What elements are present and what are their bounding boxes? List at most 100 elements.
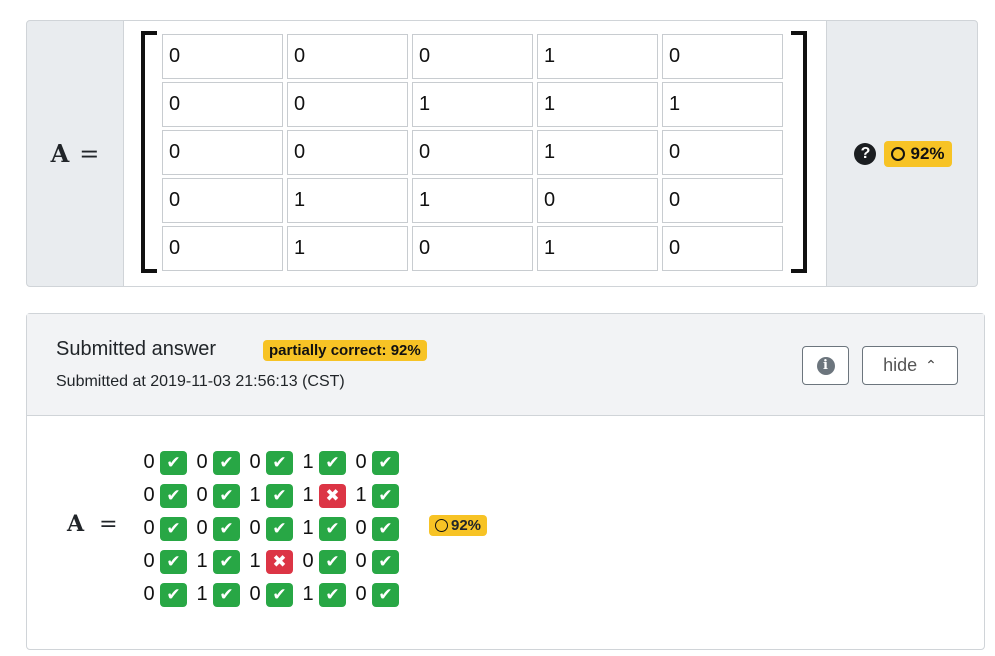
- answer-value: 0: [143, 583, 155, 605]
- check-icon: ✔: [160, 582, 187, 607]
- matrix-cell-input[interactable]: 1: [537, 82, 658, 127]
- answer-value: 0: [143, 550, 155, 572]
- matrix-cell-input[interactable]: 1: [662, 82, 783, 127]
- answer-variable: A: [67, 511, 85, 537]
- submission-header: Submitted answer partially correct: 92% …: [27, 314, 984, 416]
- matrix-score-area: ? 92%: [827, 21, 979, 286]
- matrix-cell-input[interactable]: 0: [412, 226, 533, 271]
- answer-entry: 1 ✖: [245, 549, 298, 574]
- matrix-cell-input[interactable]: 0: [162, 226, 283, 271]
- matrix-label: A =: [27, 21, 123, 286]
- score-percent: 92%: [910, 143, 945, 163]
- check-icon: ✔: [372, 450, 399, 475]
- matrix-cell-input[interactable]: 1: [537, 226, 658, 271]
- answer-value: 0: [196, 484, 208, 506]
- matrix-cell-input[interactable]: 0: [162, 82, 283, 127]
- check-icon: ✔: [213, 450, 240, 475]
- answer-entry: 1 ✔: [298, 450, 351, 475]
- matrix-cell-input[interactable]: 0: [412, 34, 533, 79]
- answer-entry: 0 ✔: [192, 483, 245, 508]
- hide-label: hide: [883, 355, 918, 375]
- answer-entry: 0 ✔: [139, 549, 192, 574]
- partial-correct-badge: partially correct: 92%: [263, 340, 427, 361]
- matrix-cell-input[interactable]: 0: [287, 82, 408, 127]
- matrix-cell-input[interactable]: 0: [287, 34, 408, 79]
- answer-value: 0: [355, 583, 367, 605]
- check-icon: ✔: [319, 450, 346, 475]
- check-icon: ✔: [213, 582, 240, 607]
- check-icon: ✔: [372, 582, 399, 607]
- answer-score-percent: 92%: [451, 517, 482, 534]
- matrix-cell-input[interactable]: 1: [287, 226, 408, 271]
- matrix-cell-input[interactable]: 0: [662, 226, 783, 271]
- answer-row: 0 ✔ 0 ✔ 1 ✔ 1 ✖ 1 ✔: [139, 479, 404, 512]
- answer-entry: 0 ✔: [139, 450, 192, 475]
- answer-value: 1: [249, 550, 261, 572]
- check-icon: ✔: [160, 450, 187, 475]
- check-icon: ✔: [319, 582, 346, 607]
- answer-value: 1: [302, 517, 314, 539]
- answer-equals-sign: =: [99, 512, 118, 537]
- equals-sign: =: [79, 139, 100, 168]
- info-circle-icon: i: [816, 356, 835, 375]
- answer-row: 0 ✔ 1 ✔ 0 ✔ 1 ✔ 0 ✔: [139, 578, 404, 611]
- answer-entry: 0 ✔: [192, 516, 245, 541]
- matrix-input-group: A = 0001000111000100110001010 ? 92%: [26, 20, 978, 287]
- answer-matrix-label: A =: [67, 511, 118, 537]
- answer-row: 0 ✔ 0 ✔ 0 ✔ 1 ✔ 0 ✔: [139, 512, 404, 545]
- matrix-cell-input[interactable]: 0: [662, 130, 783, 175]
- matrix-cell-input[interactable]: 1: [537, 34, 658, 79]
- answer-row: 0 ✔ 0 ✔ 0 ✔ 1 ✔ 0 ✔: [139, 446, 404, 479]
- matrix-cell-input[interactable]: 1: [537, 130, 658, 175]
- submission-title: Submitted answer: [56, 338, 217, 360]
- matrix-cells: 0001000111000100110001010: [162, 34, 783, 271]
- matrix-cell-input[interactable]: 0: [162, 130, 283, 175]
- answer-score-badge: 92%: [429, 515, 488, 536]
- answer-value: 1: [302, 451, 314, 473]
- left-bracket: [141, 31, 157, 273]
- question-circle-icon[interactable]: ?: [854, 142, 877, 165]
- matrix-cell-input[interactable]: 0: [287, 130, 408, 175]
- matrix-cell-input[interactable]: 0: [537, 178, 658, 223]
- matrix-cell-input[interactable]: 1: [412, 178, 533, 223]
- matrix-cell-input[interactable]: 1: [412, 82, 533, 127]
- answer-value: 1: [302, 583, 314, 605]
- cross-icon: ✖: [319, 483, 346, 508]
- answer-entry: 0 ✔: [139, 516, 192, 541]
- matrix-cell-input[interactable]: 0: [662, 34, 783, 79]
- matrix-variable: A: [50, 139, 70, 168]
- answer-value: 0: [143, 451, 155, 473]
- matrix-cell-input[interactable]: 0: [162, 34, 283, 79]
- check-icon: ✔: [372, 516, 399, 541]
- answer-value: 0: [143, 517, 155, 539]
- answer-entry: 0 ✔: [139, 483, 192, 508]
- answer-value: 1: [196, 583, 208, 605]
- answer-value: 0: [355, 451, 367, 473]
- answer-matrix: 0 ✔ 0 ✔ 0 ✔ 1 ✔ 0 ✔ 0 ✔ 0 ✔ 1 ✔ 1 ✖ 1 ✔ 0 ✔ 0 ✔ 0 ✔ 1 ✔ 0 ✔ 0 ✔ 1 ✔ 1 ✖ 0 ✔ 0 ✔…: [139, 446, 404, 611]
- check-icon: ✔: [319, 549, 346, 574]
- matrix-cell-input[interactable]: 0: [662, 178, 783, 223]
- right-bracket: [791, 31, 807, 273]
- answer-entry: 0 ✔: [245, 516, 298, 541]
- answer-value: 0: [196, 451, 208, 473]
- matrix-cell-input[interactable]: 1: [287, 178, 408, 223]
- answer-entry: 1 ✖: [298, 483, 351, 508]
- matrix-cell-input[interactable]: 0: [412, 130, 533, 175]
- hide-button[interactable]: hide ⌃: [862, 346, 958, 385]
- info-button[interactable]: i: [802, 346, 849, 385]
- matrix-editor: 0001000111000100110001010: [123, 21, 827, 286]
- answer-value: 0: [355, 517, 367, 539]
- score-badge: 92%: [884, 140, 952, 167]
- answer-entry: 1 ✔: [192, 549, 245, 574]
- answer-value: 1: [355, 484, 367, 506]
- submission-timestamp: Submitted at 2019-11-03 21:56:13 (CST): [56, 373, 345, 390]
- check-icon: ✔: [266, 450, 293, 475]
- check-icon: ✔: [266, 582, 293, 607]
- check-icon: ✔: [213, 516, 240, 541]
- answer-entry: 0 ✔: [351, 450, 404, 475]
- answer-row: 0 ✔ 1 ✔ 1 ✖ 0 ✔ 0 ✔: [139, 545, 404, 578]
- answer-value: 1: [302, 484, 314, 506]
- matrix-cell-input[interactable]: 0: [162, 178, 283, 223]
- submission-body: A = 0 ✔ 0 ✔ 0 ✔ 1 ✔ 0 ✔ 0 ✔ 0 ✔ 1 ✔ 1 ✖ 1 ✔ 0 ✔ 0 ✔ 0 ✔ 1 ✔ 0 ✔ 0 ✔ 1 ✔ 1 ✖…: [27, 416, 984, 651]
- answer-value: 1: [249, 484, 261, 506]
